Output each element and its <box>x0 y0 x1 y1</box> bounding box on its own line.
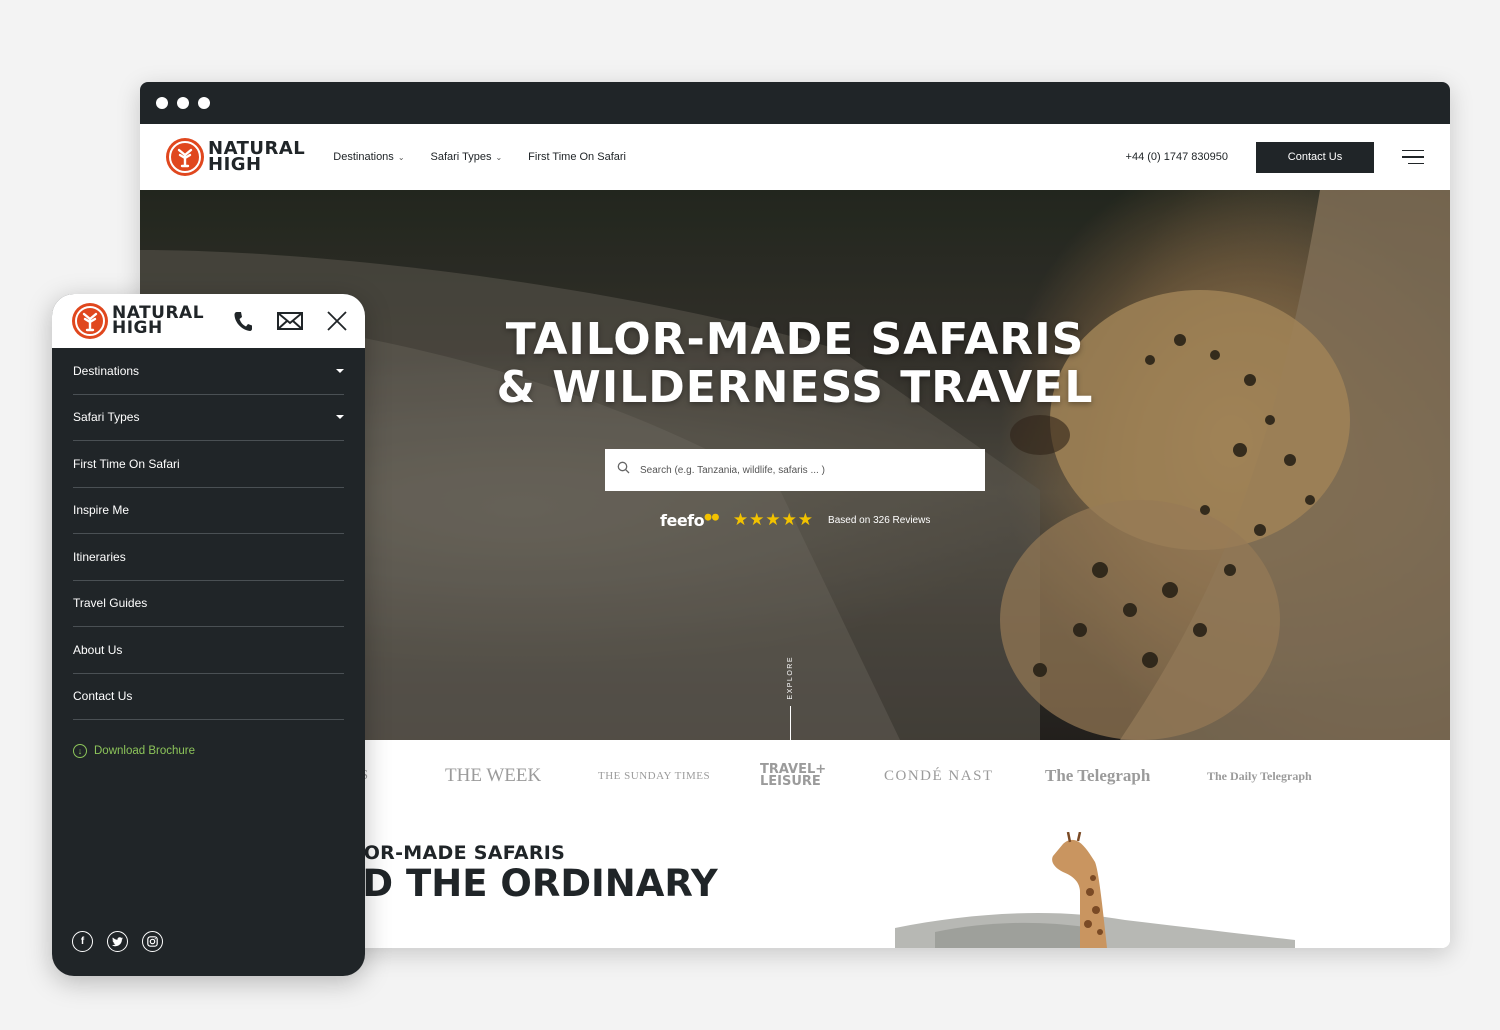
mobile-nav-label: Travel Guides <box>73 596 148 611</box>
explore-scroll-cue[interactable]: EXPLORE <box>787 656 794 740</box>
press-logo-conde-nast: CONDÉ NAST <box>884 767 994 784</box>
caret-down-icon <box>336 368 344 373</box>
window-dot-2 <box>177 97 189 109</box>
nav-label: First Time On Safari <box>528 151 626 163</box>
mobile-nav-label: Itineraries <box>73 549 126 564</box>
search-icon <box>617 461 630 479</box>
twitter-icon[interactable] <box>107 931 128 952</box>
press-logo-the-week: THE WEEK <box>445 765 542 786</box>
explore-label: EXPLORE <box>787 656 794 700</box>
mobile-nav-label: Inspire Me <box>73 503 130 518</box>
download-brochure-link[interactable]: ↓ Download Brochure <box>73 744 344 758</box>
mobile-menu-panel: NATURAL HIGH Destinations Safari Types F… <box>52 294 365 976</box>
phone-icon[interactable] <box>233 310 253 332</box>
main-nav: Destinations ⌄ Safari Types ⌄ First Time… <box>333 151 626 163</box>
search-input[interactable] <box>640 464 960 476</box>
window-dot-1 <box>156 97 168 109</box>
press-logo-daily-telegraph: The Daily Telegraph <box>1207 768 1312 783</box>
mobile-nav-destinations[interactable]: Destinations <box>73 348 344 395</box>
mobile-nav-inspire-me[interactable]: Inspire Me <box>73 488 344 534</box>
feefo-rating[interactable]: feefo●● ★★★★★ Based on 326 Reviews <box>660 510 930 530</box>
mobile-nav-label: Contact Us <box>73 689 133 704</box>
social-links: f <box>72 931 163 952</box>
giraffe-image <box>895 832 1295 948</box>
chevron-down-icon: ⌄ <box>495 152 503 162</box>
nav-label: Safari Types <box>430 151 492 163</box>
logo-wordmark: NATURAL HIGH <box>208 140 305 175</box>
star-rating-icons: ★★★★★ <box>732 510 815 529</box>
reviews-count: Based on 326 Reviews <box>828 514 931 526</box>
nav-item-first-time-on-safari[interactable]: First Time On Safari <box>528 151 626 163</box>
caret-down-icon <box>336 415 344 420</box>
mobile-nav-contact-us[interactable]: Contact Us <box>73 674 344 720</box>
mobile-nav-label: Destinations <box>73 363 140 378</box>
browser-title-bar <box>140 82 1450 124</box>
press-logo-sunday-times: THE SUNDAY TIMES <box>598 770 711 782</box>
logo-line-2: HIGH <box>208 154 262 175</box>
press-logo-travel-leisure: TRAVEL+ LEISURE <box>760 762 827 789</box>
download-brochure-label: Download Brochure <box>94 745 196 757</box>
logo-tree-icon <box>166 138 204 176</box>
nav-label: Destinations <box>333 151 394 163</box>
mail-icon[interactable] <box>277 312 303 330</box>
phone-number-link[interactable]: +44 (0) 1747 830950 <box>1126 151 1228 163</box>
mobile-nav-safari-types[interactable]: Safari Types <box>73 395 344 441</box>
nav-item-destinations[interactable]: Destinations ⌄ <box>333 151 404 163</box>
mobile-nav-label: Safari Types <box>73 410 140 425</box>
mobile-nav-label: About Us <box>73 642 123 657</box>
press-logo-telegraph: The Telegraph <box>1045 766 1151 785</box>
window-dot-3 <box>198 97 210 109</box>
chevron-down-icon: ⌄ <box>397 152 405 162</box>
mobile-header: NATURAL HIGH <box>52 294 365 348</box>
instagram-icon[interactable] <box>142 931 163 952</box>
feefo-logo: feefo●● <box>660 510 719 530</box>
hero-search-bar <box>605 449 985 491</box>
site-logo[interactable]: NATURAL HIGH <box>166 138 305 176</box>
mobile-site-logo[interactable]: NATURAL HIGH <box>72 303 204 339</box>
mobile-nav-first-time-on-safari[interactable]: First Time On Safari <box>73 441 344 488</box>
logo-tree-icon <box>72 303 108 339</box>
mobile-nav-itineraries[interactable]: Itineraries <box>73 534 344 581</box>
nav-item-safari-types[interactable]: Safari Types ⌄ <box>431 151 503 163</box>
contact-us-button[interactable]: Contact Us <box>1256 141 1374 173</box>
logo-wordmark: NATURAL HIGH <box>112 305 204 338</box>
logo-line-2: HIGH <box>112 318 163 338</box>
mobile-nav-about-us[interactable]: About Us <box>73 627 344 674</box>
hamburger-menu-icon[interactable] <box>1402 149 1424 165</box>
facebook-icon[interactable]: f <box>72 931 93 952</box>
mobile-header-actions <box>233 310 347 332</box>
site-header: NATURAL HIGH Destinations ⌄ Safari Types… <box>140 124 1450 190</box>
download-icon: ↓ <box>73 744 87 758</box>
mobile-nav-travel-guides[interactable]: Travel Guides <box>73 581 344 627</box>
explore-line <box>790 705 791 740</box>
close-icon[interactable] <box>327 311 347 331</box>
mobile-nav-label: First Time On Safari <box>73 456 180 471</box>
mobile-nav: Destinations Safari Types First Time On … <box>52 348 365 720</box>
intro-subtitle: LOR-MADE SAFARIS <box>352 842 566 864</box>
